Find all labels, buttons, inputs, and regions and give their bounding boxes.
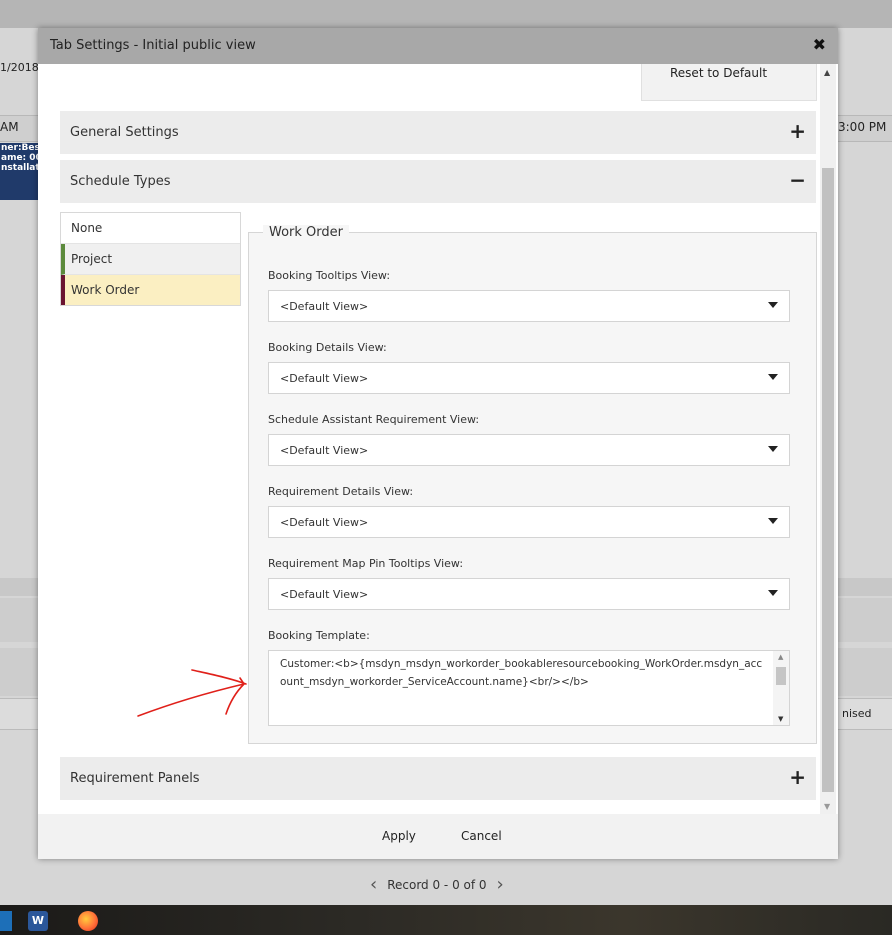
tab-settings-dialog: Tab Settings - Initial public view ✖ ▲ ▼…	[38, 28, 838, 859]
pager-text: Record 0 - 0 of 0	[387, 877, 487, 892]
booking-template-textarea[interactable]: Customer:<b>{msdyn_msdyn_workorder_booka…	[268, 650, 790, 726]
dialog-scrollbar[interactable]: ▲ ▼	[820, 64, 836, 814]
plus-icon[interactable]: +	[789, 766, 806, 788]
scroll-up-icon[interactable]: ▲	[824, 68, 830, 77]
map-pin-tooltips-view-select[interactable]: <Default View>	[268, 578, 790, 610]
section-general-settings[interactable]: General Settings +	[60, 111, 816, 154]
caret-down-icon	[768, 590, 778, 596]
apply-button[interactable]: Apply	[382, 829, 416, 843]
taskbar	[0, 905, 892, 935]
caret-down-icon	[768, 446, 778, 452]
map-pin-tooltips-view-label: Requirement Map Pin Tooltips View:	[268, 557, 464, 570]
schedule-type-work-order[interactable]: Work Order	[61, 275, 240, 305]
requirement-details-view-label: Requirement Details View:	[268, 485, 414, 498]
textarea-scroll-thumb[interactable]	[776, 667, 786, 685]
caret-down-icon	[768, 302, 778, 308]
dialog-footer: Apply Cancel	[38, 814, 838, 859]
schedule-type-list: None Project Work Order	[60, 212, 241, 306]
start-button-stub[interactable]	[0, 911, 12, 931]
section-schedule-types[interactable]: Schedule Types −	[60, 160, 816, 203]
section-label: General Settings	[70, 125, 179, 140]
schedule-assistant-view-label: Schedule Assistant Requirement View:	[268, 413, 480, 426]
minus-icon[interactable]: −	[789, 169, 806, 191]
textarea-scrollbar[interactable]: ▲ ▼	[773, 651, 789, 725]
select-value: <Default View>	[280, 372, 369, 385]
booking-template-label: Booking Template:	[268, 629, 370, 642]
background-date: 1/2018	[0, 61, 39, 74]
select-value: <Default View>	[280, 444, 369, 457]
annotation-arrow-icon	[137, 669, 247, 717]
scroll-up-icon[interactable]: ▲	[778, 653, 783, 661]
word-icon[interactable]: W	[28, 911, 48, 931]
schedule-type-project[interactable]: Project	[61, 244, 240, 275]
background-time-right: 3:00 PM	[838, 120, 887, 134]
scroll-down-icon[interactable]: ▼	[824, 802, 830, 811]
schedule-type-none[interactable]: None	[61, 213, 240, 244]
background-pager: ‹ Record 0 - 0 of 0 ›	[0, 860, 892, 905]
booking-template-text: Customer:<b>{msdyn_msdyn_workorder_booka…	[280, 658, 763, 688]
work-order-fieldset: Work Order Booking Tooltips View: <Defau…	[248, 225, 817, 744]
background-top-band	[0, 0, 892, 28]
background-right-fragment: nised	[842, 707, 872, 720]
chevron-left-icon[interactable]: ‹	[370, 874, 377, 895]
select-value: <Default View>	[280, 516, 369, 529]
close-icon[interactable]: ✖	[813, 36, 826, 54]
scrollbar-thumb[interactable]	[822, 168, 834, 792]
select-value: <Default View>	[280, 300, 369, 313]
reset-to-default-button[interactable]: Reset to Default	[641, 64, 817, 101]
booking-tooltips-view-label: Booking Tooltips View:	[268, 269, 391, 282]
scroll-down-icon[interactable]: ▼	[778, 715, 783, 723]
select-value: <Default View>	[280, 588, 369, 601]
section-requirement-panels[interactable]: Requirement Panels +	[60, 757, 816, 800]
cancel-button[interactable]: Cancel	[461, 829, 502, 843]
dialog-header: Tab Settings - Initial public view ✖	[38, 28, 838, 64]
fieldset-legend: Work Order	[263, 225, 349, 240]
plus-icon[interactable]: +	[789, 120, 806, 142]
dialog-title: Tab Settings - Initial public view	[50, 38, 256, 53]
booking-details-view-select[interactable]: <Default View>	[268, 362, 790, 394]
schedule-assistant-view-select[interactable]: <Default View>	[268, 434, 790, 466]
caret-down-icon	[768, 518, 778, 524]
chevron-right-icon[interactable]: ›	[497, 874, 504, 895]
background-booking-card: ner:Best ame: 000 nstallati	[0, 143, 38, 200]
booking-tooltips-view-select[interactable]: <Default View>	[268, 290, 790, 322]
section-label: Schedule Types	[70, 174, 171, 189]
background-time-left: AM	[0, 120, 19, 134]
requirement-details-view-select[interactable]: <Default View>	[268, 506, 790, 538]
caret-down-icon	[768, 374, 778, 380]
booking-details-view-label: Booking Details View:	[268, 341, 387, 354]
section-label: Requirement Panels	[70, 771, 200, 786]
firefox-icon[interactable]	[78, 911, 98, 931]
reset-label: Reset to Default	[670, 66, 768, 80]
